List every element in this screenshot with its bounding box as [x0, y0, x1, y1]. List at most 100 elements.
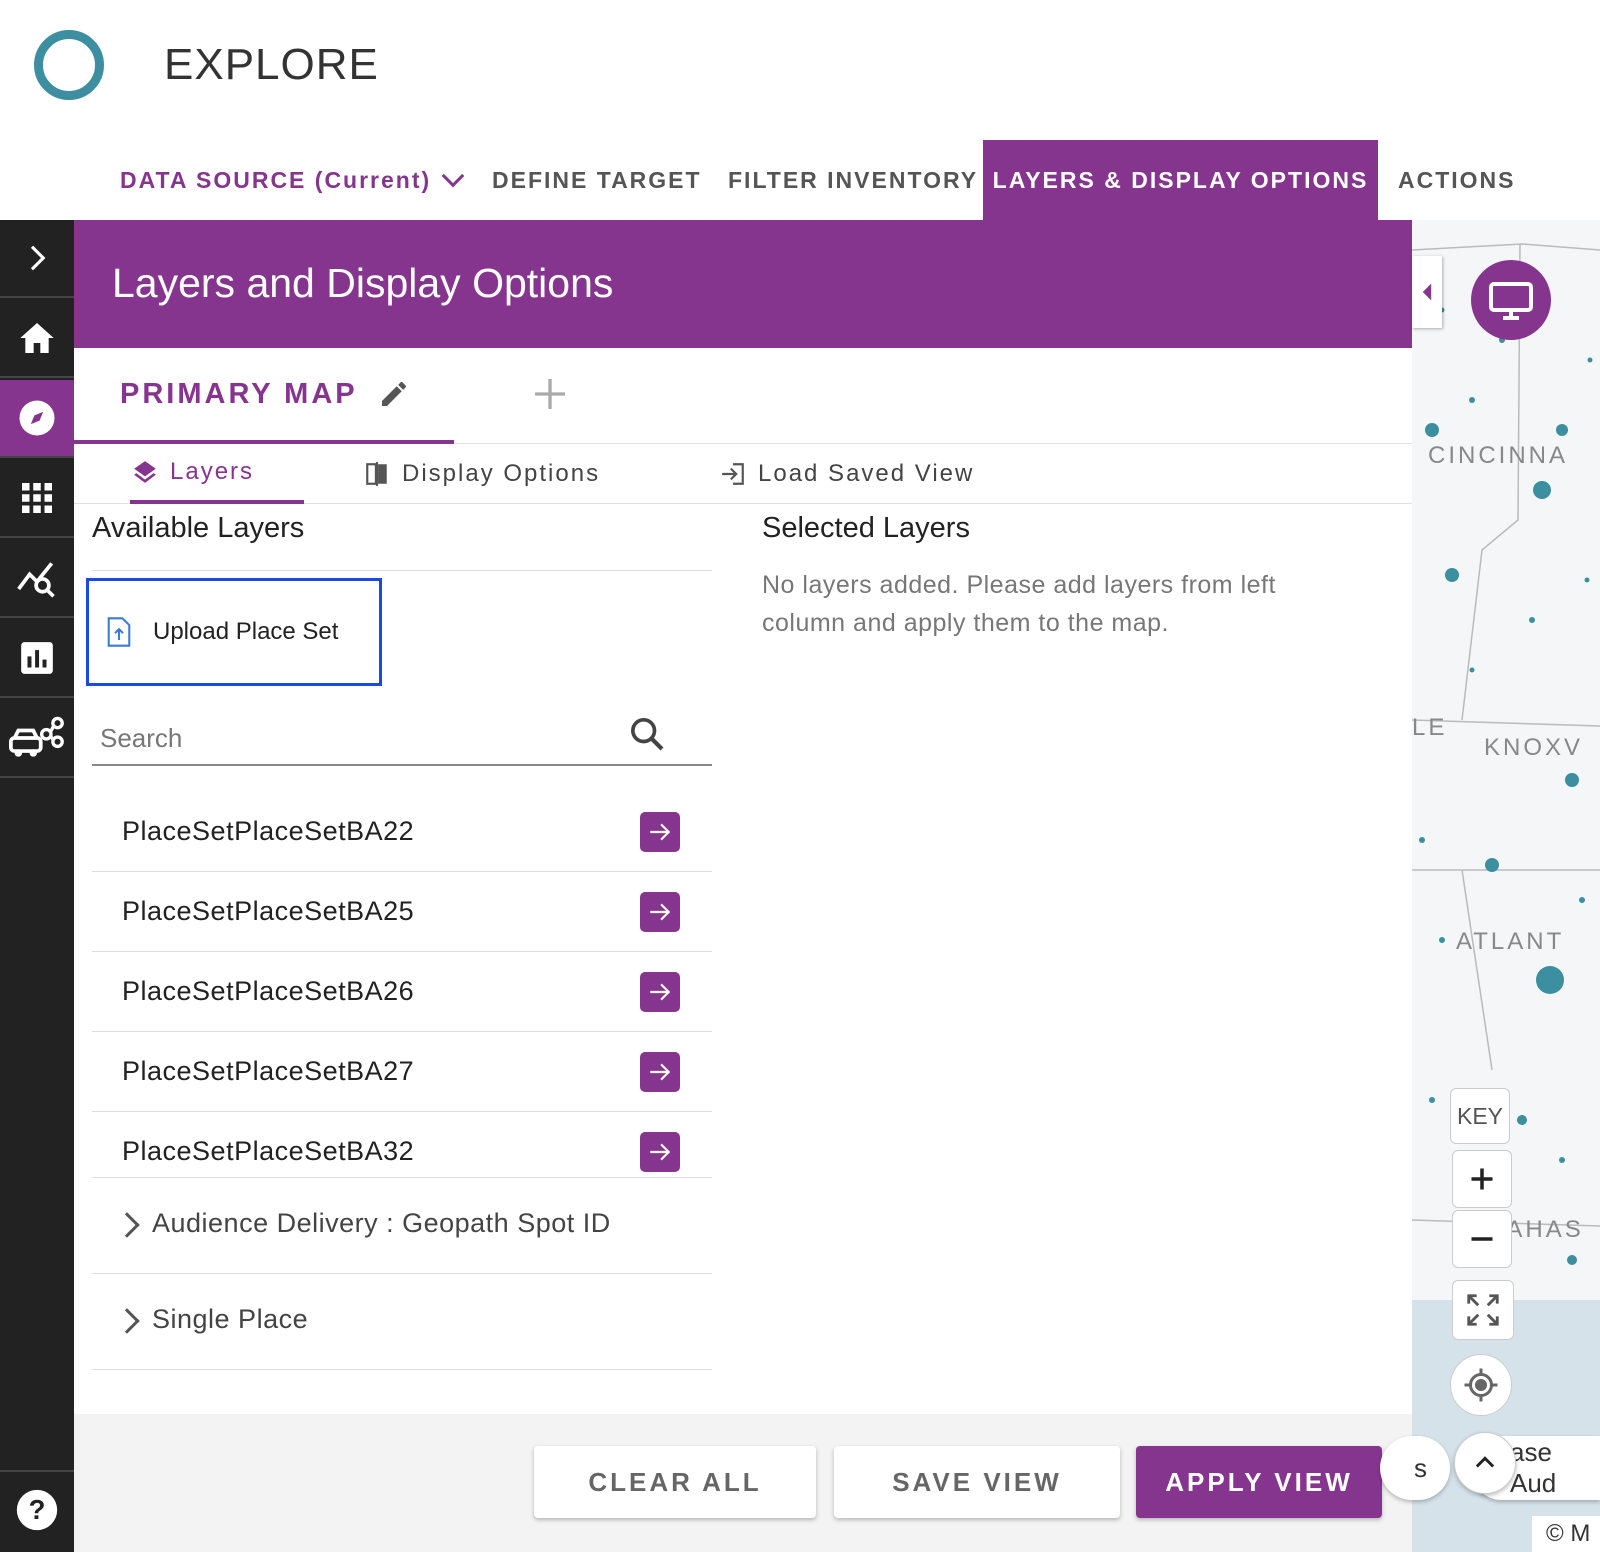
- zoom-out-button[interactable]: [1452, 1210, 1512, 1268]
- expand-panel-button[interactable]: [1454, 1432, 1516, 1494]
- layer-name: PlaceSetPlaceSetBA26: [122, 976, 415, 1006]
- available-layers-column: Available Layers Upload Place Set PlaceS…: [86, 504, 712, 1404]
- rail-reports[interactable]: [0, 620, 74, 698]
- chevron-up-icon: [1475, 1456, 1495, 1468]
- expand-rail-button[interactable]: [0, 220, 74, 298]
- tab-load-saved-view[interactable]: Load Saved View: [720, 444, 974, 504]
- compare-icon: [366, 462, 387, 486]
- available-layers-title: Available Layers: [92, 512, 305, 544]
- rail-explore[interactable]: [0, 380, 74, 458]
- map-city-label: CINCINNA: [1428, 442, 1569, 469]
- login-icon: [722, 463, 744, 485]
- panel-footer: CLEAR ALL SAVE VIEW APPLY VIEW: [74, 1414, 1412, 1552]
- arrow-right-icon: [650, 1063, 671, 1081]
- layer-name: PlaceSetPlaceSetBA22: [122, 816, 415, 846]
- minus-icon: [1471, 1237, 1493, 1241]
- app-logo[interactable]: [34, 30, 104, 100]
- layer-group-audience-delivery[interactable]: Audience Delivery : Geopath Spot ID: [92, 1178, 712, 1274]
- display-mode-button[interactable]: [1471, 260, 1551, 340]
- layer-list-item: PlaceSetPlaceSetBA32: [92, 1112, 712, 1178]
- add-layer-button[interactable]: [640, 972, 680, 1012]
- bar-chart-icon: [21, 642, 53, 674]
- rail-home[interactable]: [0, 300, 74, 378]
- arrow-right-icon: [650, 823, 671, 841]
- compass-icon: [19, 400, 55, 436]
- map-key-button[interactable]: KEY: [1450, 1088, 1510, 1144]
- layers-panel: Layers and Display Options PRIMARY MAP L…: [74, 220, 1412, 1552]
- explore-app: EXPLORE DATA SOURCE (Current) DEFINE TAR…: [0, 0, 1600, 1552]
- empty-state-message: No layers added. Please add layers from …: [762, 571, 1276, 637]
- fullscreen-button[interactable]: [1452, 1280, 1514, 1340]
- tab-load-saved-view-label: Load Saved View: [758, 460, 975, 487]
- divider: [92, 570, 712, 571]
- target-icon: [1464, 1368, 1498, 1402]
- map-tabs: PRIMARY MAP: [74, 348, 1412, 444]
- rail-help[interactable]: ?: [0, 1470, 74, 1548]
- tab-define-target[interactable]: DEFINE TARGET: [492, 140, 702, 220]
- tab-layers[interactable]: Layers: [130, 444, 304, 504]
- svg-text:?: ?: [29, 1494, 46, 1525]
- zoom-in-button[interactable]: [1452, 1150, 1512, 1208]
- map-city-label: ATLANT: [1456, 928, 1565, 955]
- apply-view-button[interactable]: APPLY VIEW: [1136, 1446, 1382, 1518]
- add-layer-button[interactable]: [640, 892, 680, 932]
- file-upload-icon: [107, 617, 131, 647]
- tab-actions[interactable]: ACTIONS: [1398, 140, 1516, 220]
- layer-name: PlaceSetPlaceSetBA32: [122, 1136, 415, 1166]
- search-input[interactable]: [100, 720, 600, 756]
- grid-icon: [22, 483, 52, 513]
- tab-layers-label: Layers: [170, 458, 255, 485]
- upload-place-set-button[interactable]: Upload Place Set: [86, 578, 382, 686]
- search-icon[interactable]: [627, 714, 667, 754]
- map-city-label: LE: [1412, 714, 1448, 741]
- clear-all-button[interactable]: CLEAR ALL: [534, 1446, 816, 1518]
- monitor-icon: [1489, 282, 1533, 320]
- tab-data-source-label: DATA SOURCE (Current): [120, 166, 432, 193]
- upload-place-set-label: Upload Place Set: [153, 618, 339, 645]
- tab-data-source[interactable]: DATA SOURCE (Current): [120, 140, 465, 220]
- layer-name: PlaceSetPlaceSetBA25: [122, 896, 415, 926]
- tab-display-options[interactable]: Display Options: [364, 444, 600, 504]
- tab-filter-inventory[interactable]: FILTER INVENTORY: [728, 140, 978, 220]
- vehicle-network-icon: [9, 716, 64, 757]
- locate-button[interactable]: [1450, 1354, 1512, 1416]
- primary-map-label: PRIMARY MAP: [120, 377, 358, 410]
- collapse-panel-button[interactable]: [1412, 256, 1442, 328]
- tab-primary-map[interactable]: PRIMARY MAP: [74, 348, 454, 444]
- tab-display-options-label: Display Options: [402, 460, 601, 487]
- chevron-down-icon: [441, 164, 465, 188]
- layer-list-item: PlaceSetPlaceSetBA22: [92, 792, 712, 872]
- add-map-icon[interactable]: [530, 374, 570, 414]
- rail-apps[interactable]: [0, 460, 74, 538]
- layer-name: PlaceSetPlaceSetBA27: [122, 1056, 415, 1086]
- left-rail: ?: [0, 220, 74, 1552]
- layer-list-item: PlaceSetPlaceSetBA26: [92, 952, 712, 1032]
- rail-analytics-search[interactable]: [0, 540, 74, 618]
- plus-icon: [1471, 1168, 1493, 1190]
- top-nav: DATA SOURCE (Current) DEFINE TARGET FILT…: [0, 140, 1600, 220]
- add-layer-button[interactable]: [640, 812, 680, 852]
- tab-layers-display-options[interactable]: LAYERS & DISPLAY OPTIONS: [983, 140, 1378, 220]
- layer-group-label: Audience Delivery : Geopath Spot ID: [152, 1208, 611, 1238]
- add-layer-button[interactable]: [640, 1052, 680, 1092]
- chevron-right-icon: [114, 1212, 140, 1238]
- home-icon: [20, 323, 54, 353]
- layer-group-single-place[interactable]: Single Place: [92, 1274, 712, 1370]
- chevron-right-icon: [114, 1308, 140, 1334]
- page-title: EXPLORE: [164, 40, 379, 89]
- save-view-button[interactable]: SAVE VIEW: [834, 1446, 1120, 1518]
- layer-subtabs: Layers Display Options Load Saved View: [74, 444, 1412, 504]
- layer-search: [92, 704, 712, 766]
- layers-icon: [134, 461, 156, 483]
- edit-icon[interactable]: [378, 378, 410, 410]
- map-view[interactable]: CINCINNA LE KNOXV ATLANT LAHAS: [1412, 220, 1600, 1552]
- map-attribution[interactable]: © M: [1532, 1516, 1600, 1552]
- layer-list-item: PlaceSetPlaceSetBA27: [92, 1032, 712, 1112]
- selected-layers-title: Selected Layers: [762, 512, 970, 544]
- layer-group-label: Single Place: [152, 1304, 309, 1334]
- map-pill-left[interactable]: s: [1380, 1436, 1450, 1500]
- add-layer-button[interactable]: [640, 1132, 680, 1172]
- rail-mobility[interactable]: [0, 700, 74, 778]
- arrow-right-icon: [650, 983, 671, 1001]
- help-icon: ?: [16, 1489, 58, 1531]
